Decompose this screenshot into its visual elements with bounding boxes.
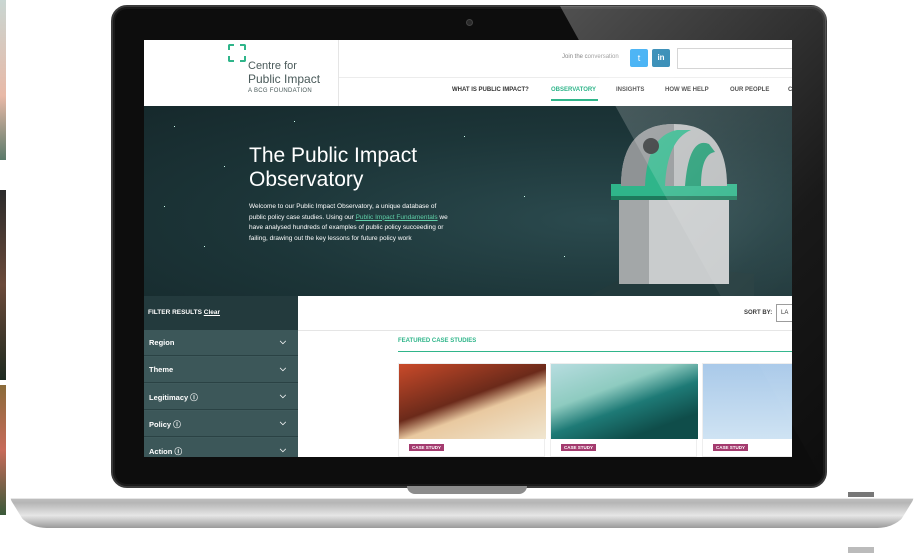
site-logo[interactable]: Centre for Public Impact A BCG FOUNDATIO… bbox=[144, 40, 339, 106]
left-photo-strip bbox=[0, 190, 6, 380]
observatory-illustration bbox=[589, 124, 754, 296]
filter-sidebar: FILTER RESULTS Clear Region ⌵ Theme ⌵ Le… bbox=[144, 296, 298, 457]
case-studies-main: SORT BY: LA FEATURED CASE STUDIES CASE S… bbox=[298, 296, 792, 457]
filter-theme[interactable]: Theme ⌵ bbox=[144, 357, 298, 383]
logo-line-2: Public Impact bbox=[248, 72, 321, 86]
chevron-down-icon: ⌵ bbox=[279, 337, 286, 346]
laptop-hinge-notch bbox=[407, 486, 527, 494]
nav-more[interactable]: C bbox=[788, 87, 792, 93]
camera-icon bbox=[466, 19, 473, 26]
decorative-bar bbox=[848, 492, 874, 497]
linkedin-icon[interactable]: in bbox=[652, 49, 670, 67]
case-study-tag: CASE STUDY bbox=[409, 444, 445, 451]
nav-active-indicator bbox=[551, 99, 598, 101]
twitter-icon[interactable]: t bbox=[630, 49, 648, 67]
case-study-image bbox=[399, 364, 546, 439]
nav-observatory[interactable]: OBSERVATORY bbox=[551, 87, 596, 93]
case-study-image bbox=[551, 364, 698, 439]
case-study-card[interactable]: CASE STUDY bbox=[702, 363, 792, 457]
nav-insights[interactable]: INSIGHTS bbox=[616, 87, 644, 93]
join-conversation-text: Join the conversation bbox=[562, 54, 619, 60]
featured-underline bbox=[398, 351, 792, 352]
logo-line-3: A BCG FOUNDATION bbox=[248, 88, 313, 94]
info-icon[interactable]: ⓘ bbox=[190, 393, 198, 402]
search-input[interactable] bbox=[677, 48, 792, 69]
nav-divider bbox=[339, 77, 792, 78]
logo-line-1: Centre for bbox=[248, 60, 297, 72]
info-icon[interactable]: ⓘ bbox=[173, 420, 181, 429]
filter-legitimacy[interactable]: Legitimacy ⓘ ⌵ bbox=[144, 384, 298, 410]
case-study-tag: CASE STUDY bbox=[561, 444, 597, 451]
nav-our-people[interactable]: OUR PEOPLE bbox=[730, 87, 769, 93]
logo-mark-icon bbox=[228, 44, 246, 62]
case-study-card[interactable]: CASE STUDY bbox=[398, 363, 546, 457]
case-study-image bbox=[703, 364, 792, 439]
featured-heading: FEATURED CASE STUDIES bbox=[398, 338, 477, 344]
sort-select[interactable]: LA bbox=[776, 304, 792, 322]
info-icon[interactable]: ⓘ bbox=[174, 447, 182, 456]
left-photo-strip bbox=[0, 0, 6, 160]
sort-label: SORT BY: bbox=[744, 310, 773, 316]
nav-how-we-help[interactable]: HOW WE HELP bbox=[665, 87, 709, 93]
hero-description: Welcome to our Public Impact Observatory… bbox=[249, 203, 448, 242]
left-photo-strip bbox=[0, 385, 6, 515]
decorative-bar bbox=[848, 547, 874, 553]
sort-divider bbox=[298, 330, 792, 331]
public-impact-fundamentals-link[interactable]: Public Impact Fundamentals bbox=[356, 214, 438, 221]
hero-banner: The Public Impact Observatory Welcome to… bbox=[144, 106, 792, 296]
filter-results-heading: FILTER RESULTS Clear bbox=[144, 296, 298, 330]
chevron-down-icon: ⌵ bbox=[279, 418, 286, 427]
clear-filters-link[interactable]: Clear bbox=[204, 309, 220, 316]
chevron-down-icon: ⌵ bbox=[279, 364, 286, 373]
filter-region[interactable]: Region ⌵ bbox=[144, 330, 298, 356]
chevron-down-icon: ⌵ bbox=[279, 445, 286, 454]
laptop-mockup-scene: Centre for Public Impact A BCG FOUNDATIO… bbox=[0, 0, 924, 553]
nav-what-is-public-impact[interactable]: WHAT IS PUBLIC IMPACT? bbox=[452, 87, 529, 93]
case-study-card[interactable]: CASE STUDY bbox=[550, 363, 698, 457]
laptop-screen: Centre for Public Impact A BCG FOUNDATIO… bbox=[144, 40, 792, 457]
hero-title: The Public Impact Observatory bbox=[249, 144, 418, 191]
case-study-tag: CASE STUDY bbox=[713, 444, 749, 451]
filter-policy[interactable]: Policy ⓘ ⌵ bbox=[144, 411, 298, 437]
filter-action[interactable]: Action ⓘ ⌵ bbox=[144, 438, 298, 457]
chevron-down-icon: ⌵ bbox=[279, 391, 286, 400]
site-header: Centre for Public Impact A BCG FOUNDATIO… bbox=[144, 40, 792, 106]
